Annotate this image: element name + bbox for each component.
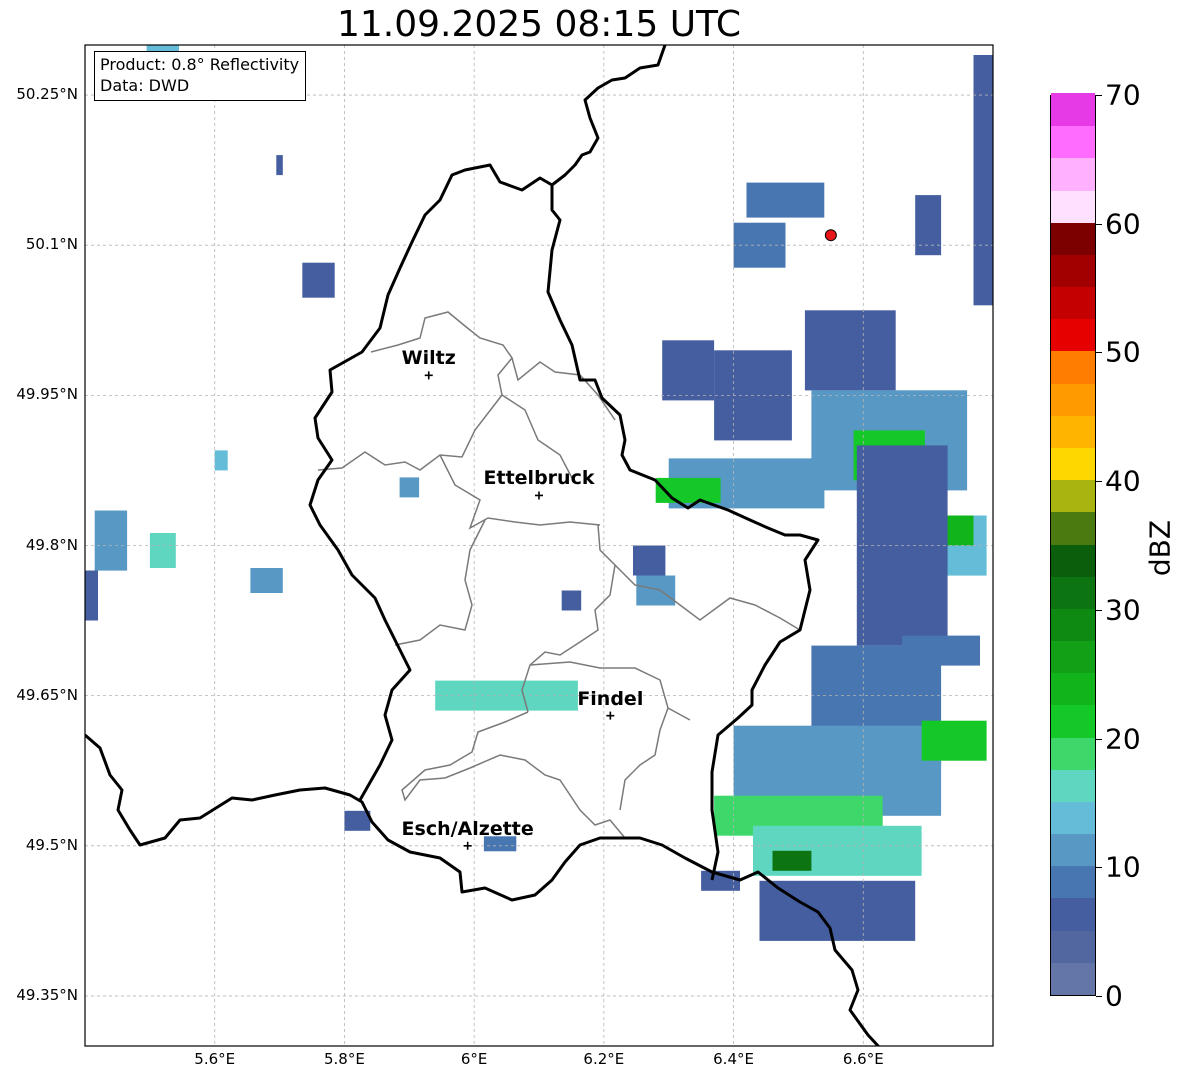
lon-tick-label: 5.8°E	[324, 1050, 365, 1068]
city-label: Findel	[577, 687, 644, 710]
echo-cell-35	[921, 720, 987, 761]
echo-cell-36	[902, 635, 980, 666]
colorbar-tick	[1096, 867, 1102, 869]
echo-cell-8	[250, 568, 283, 593]
colorbar-segment	[1051, 897, 1095, 931]
colorbar-segment	[1051, 576, 1095, 609]
echo-cell-3	[214, 450, 228, 471]
lon-tick-label: 6.6°E	[842, 1050, 884, 1068]
colorbar-segment	[1051, 318, 1095, 352]
colorbar-segment	[1051, 801, 1095, 835]
radar-site-marker	[824, 229, 837, 242]
colorbar-segment	[1051, 157, 1095, 191]
colorbar-tick	[1096, 738, 1102, 740]
colorbar-segment	[1051, 125, 1095, 159]
colorbar-tick	[1096, 609, 1102, 611]
colorbar-segment	[1051, 833, 1095, 867]
product-info-box: Product: 0.8° Reflectivity Data: DWD	[94, 51, 307, 101]
colorbar-segment	[1051, 189, 1095, 223]
colorbar-tick	[1096, 223, 1102, 225]
echo-cell-12	[636, 575, 676, 606]
lat-tick-label: 49.65°N	[16, 685, 78, 704]
echo-cell-1	[276, 155, 283, 176]
colorbar-segment	[1051, 93, 1095, 127]
colorbar-tick	[1096, 352, 1102, 354]
colorbar-segment	[1051, 286, 1095, 320]
city-label: Ettelbruck	[483, 467, 595, 490]
colorbar-segment	[1051, 962, 1095, 995]
city-marker-findel	[606, 711, 615, 720]
echo-cell-33	[772, 850, 812, 871]
echo-cell-26	[973, 55, 993, 306]
colorbar-segment	[1051, 865, 1095, 899]
echo-cell-11	[633, 545, 666, 576]
lat-tick-label: 49.8°N	[25, 535, 78, 554]
echo-cell-2	[302, 262, 335, 298]
colorbar-segment	[1051, 608, 1095, 642]
colorbar-segment	[1051, 672, 1095, 706]
colorbar-tick	[1096, 996, 1102, 997]
lon-tick-label: 6°E	[460, 1050, 488, 1068]
echo-cell-27	[915, 195, 942, 256]
lat-tick-label: 50.1°N	[25, 235, 78, 254]
colorbar-segment	[1051, 222, 1095, 255]
colorbar-tick-label: 0	[1105, 979, 1123, 1013]
colorbar-segment	[1051, 543, 1095, 577]
colorbar-segment	[1051, 350, 1095, 384]
echo-cell-4	[399, 477, 420, 498]
colorbar-tick-label: 60	[1105, 207, 1141, 241]
city-marker-ettelbruck	[535, 491, 543, 500]
radar-map	[84, 44, 994, 1047]
colorbar-tick-label: 30	[1105, 593, 1141, 627]
colorbar-segment	[1051, 930, 1095, 963]
city-label: Esch/Alzette	[401, 817, 534, 840]
echo-cell-15	[662, 340, 715, 401]
colorbar-unit-label: dBZ	[1143, 519, 1177, 577]
colorbar-tick-label: 10	[1105, 850, 1141, 884]
colorbar-segment	[1051, 254, 1095, 288]
lon-tick-label: 6.2°E	[583, 1050, 625, 1068]
echo-cell-6	[149, 533, 176, 568]
echo-cell-17	[804, 310, 896, 391]
colorbar-segment	[1051, 511, 1095, 545]
colorbar-segment	[1051, 704, 1095, 738]
colorbar-segment	[1051, 736, 1095, 770]
lat-tick-label: 49.95°N	[16, 385, 78, 404]
colorbar-tick	[1096, 481, 1102, 483]
echo-cell-24	[746, 182, 825, 218]
colorbar-tick	[1096, 95, 1102, 96]
colorbar-tick-label: 70	[1105, 78, 1141, 112]
colorbar-segment	[1051, 383, 1095, 416]
colorbar-segment	[1051, 640, 1095, 674]
data-source-label: Data: DWD	[100, 76, 190, 95]
colorbar-tick-label: 50	[1105, 335, 1141, 369]
echo-cell-7	[85, 570, 98, 621]
lat-tick-label: 49.5°N	[25, 835, 78, 854]
city-marker-wiltz	[424, 371, 433, 380]
city-marker-esch-alzette	[463, 841, 472, 850]
colorbar-segment	[1051, 415, 1095, 448]
lon-tick-label: 5.6°E	[194, 1050, 236, 1068]
echo-cell-10	[561, 590, 582, 611]
echo-cell-5	[94, 510, 128, 571]
lat-tick-label: 49.35°N	[16, 985, 78, 1004]
lon-tick-label: 6.4°E	[713, 1050, 754, 1068]
lat-tick-label: 50.25°N	[16, 85, 78, 104]
city-label: Wiltz	[401, 347, 456, 370]
colorbar-segment	[1051, 447, 1095, 481]
dbz-colorbar	[1050, 93, 1096, 996]
product-label: Product: 0.8° Reflectivity	[100, 55, 300, 74]
colorbar-tick-label: 40	[1105, 464, 1141, 498]
colorbar-tick-label: 20	[1105, 722, 1141, 756]
city-markers	[424, 371, 615, 850]
colorbar-segment	[1051, 769, 1095, 802]
colorbar-segment	[1051, 479, 1095, 513]
